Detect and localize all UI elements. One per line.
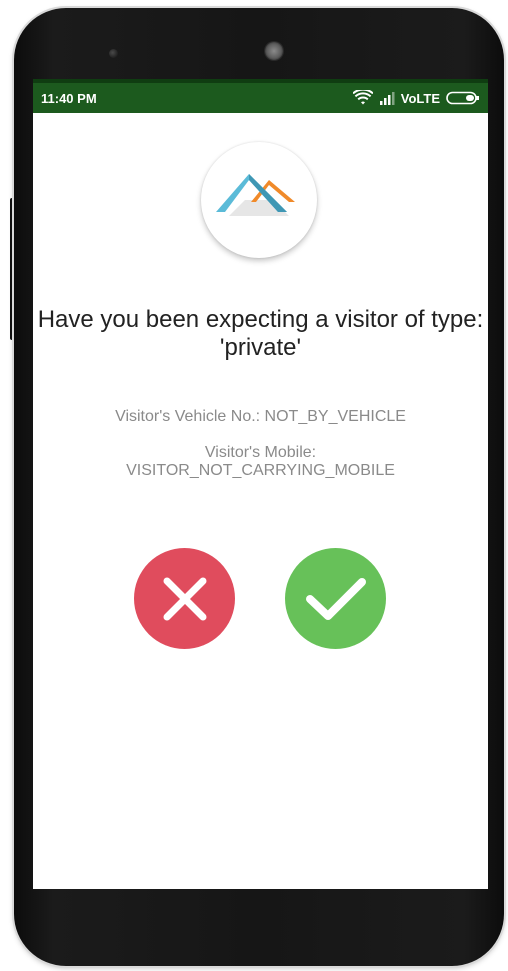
battery-icon xyxy=(446,91,479,105)
wifi-icon xyxy=(352,90,373,105)
mobile-value: VISITOR_NOT_CARRYING_MOBILE xyxy=(126,462,395,479)
app-logo xyxy=(201,142,317,258)
vehicle-number: Visitor's Vehicle No.: NOT_BY_VEHICLE xyxy=(115,408,406,425)
earpiece-speaker xyxy=(265,42,283,60)
visitor-mobile: Visitor's Mobile: VISITOR_NOT_CARRYING_M… xyxy=(33,444,488,480)
signal-icon xyxy=(379,92,395,105)
status-time: 11:40 PM xyxy=(41,91,97,106)
status-icons: VoLTE xyxy=(352,89,480,107)
prompt-title: Have you been expecting a visitor of typ… xyxy=(37,306,484,361)
house-roof-logo-icon xyxy=(216,174,295,216)
close-icon xyxy=(163,577,206,620)
status-bar: 11:40 PM VoLTE xyxy=(33,79,488,113)
mobile-label: Visitor's Mobile: xyxy=(204,444,317,461)
front-camera xyxy=(109,49,118,58)
network-type: VoLTE xyxy=(400,90,440,106)
accept-button[interactable] xyxy=(285,548,386,649)
checkmark-icon xyxy=(305,577,366,620)
reject-button[interactable] xyxy=(134,548,235,649)
app-screen: 11:40 PM VoLTE Have you been expecting a… xyxy=(33,79,488,889)
